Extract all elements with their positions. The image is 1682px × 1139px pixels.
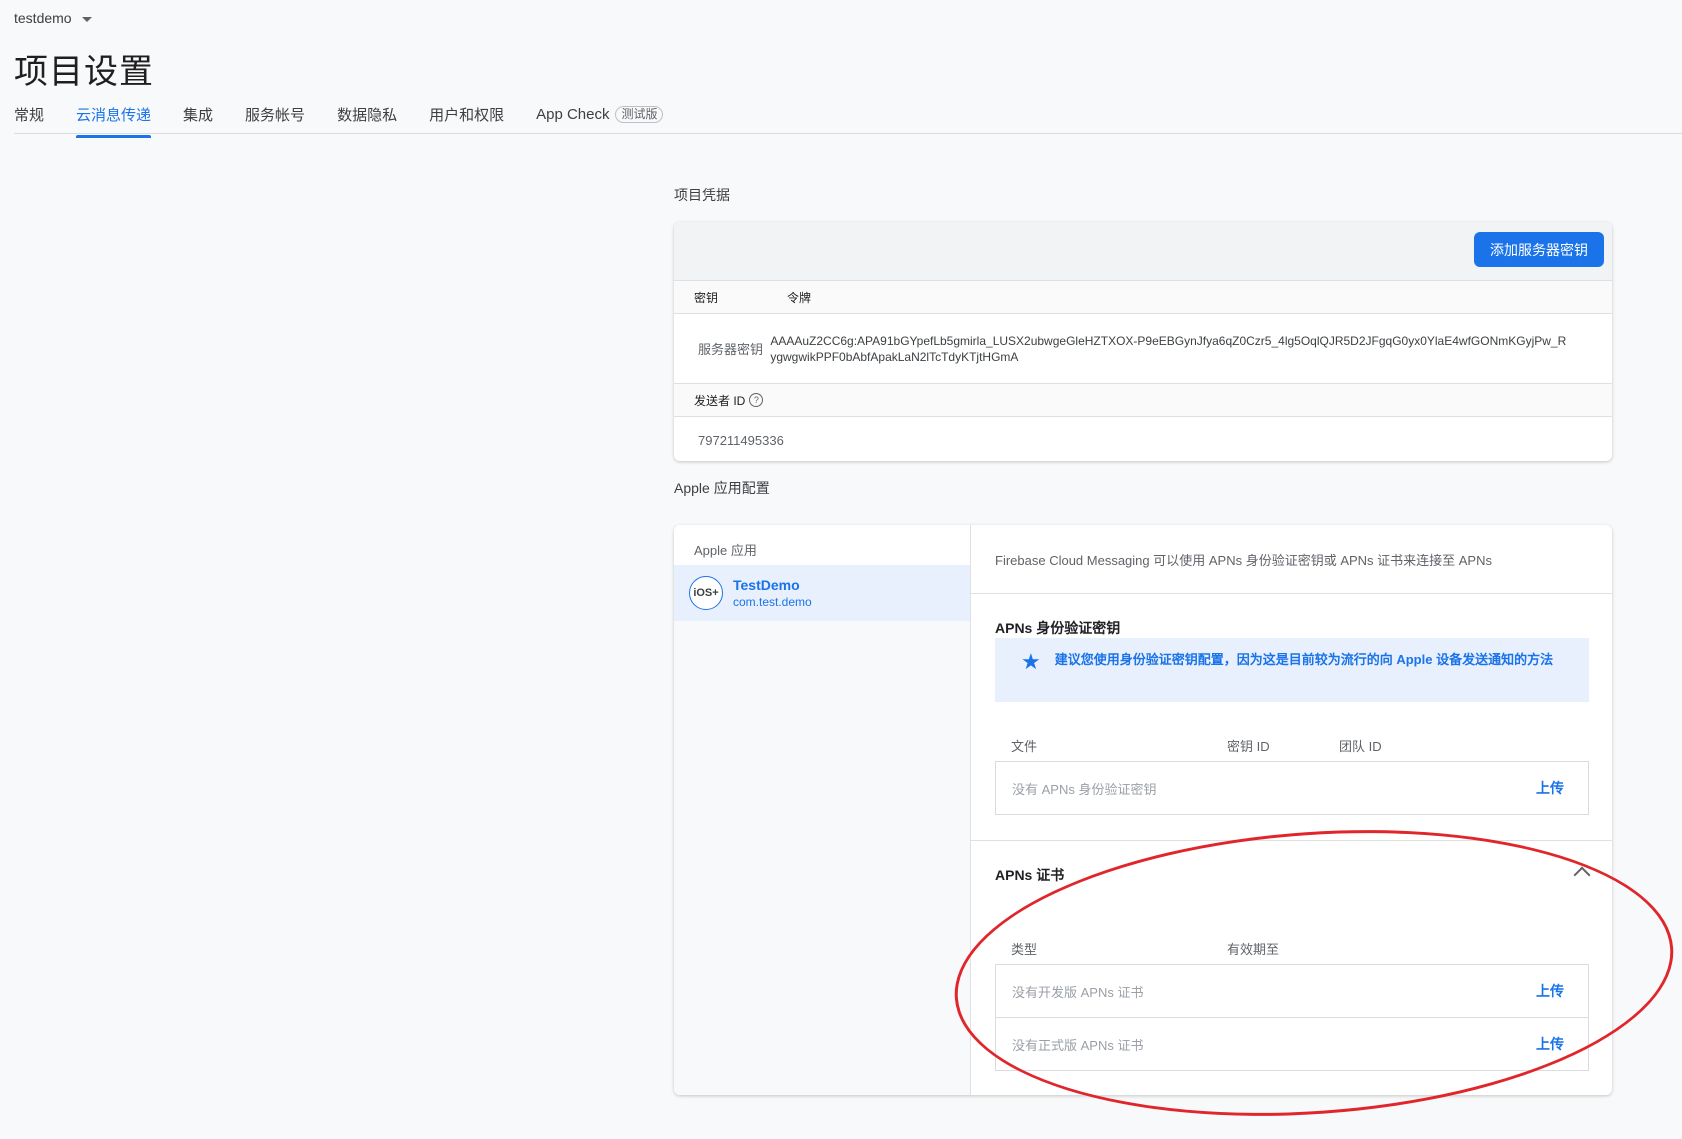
prod-cert-empty-text: 没有正式版 APNs 证书	[1012, 1037, 1144, 1053]
credentials-toolbar: 添加服务器密钥	[674, 222, 1612, 281]
add-server-key-button[interactable]: 添加服务器密钥	[1474, 232, 1604, 267]
tab-users-permissions[interactable]: 用户和权限	[429, 104, 504, 134]
server-key-token: AAAAuZ2CC6g:APA91bGYpefLb5gmirla_LUSX2ub…	[770, 333, 1567, 364]
sender-id-label: 发送者 ID	[694, 393, 746, 408]
apple-config-card: Apple 应用 iOS+ TestDemo com.test.demo Fir…	[674, 525, 1612, 1095]
ios-platform-icon: iOS+	[689, 576, 723, 610]
page-title: 项目设置	[14, 53, 154, 91]
table-row: 没有 APNs 身份验证密钥 上传	[996, 762, 1588, 814]
dev-cert-empty-text: 没有开发版 APNs 证书	[1012, 984, 1144, 1000]
app-bundle-id: com.test.demo	[733, 595, 812, 609]
caret-down-icon	[81, 16, 92, 22]
settings-tabs: 常规 云消息传递 集成 服务帐号 数据隐私 用户和权限 App Check 测试…	[14, 104, 695, 138]
star-icon: ★	[1021, 649, 1041, 674]
app-name: TestDemo	[733, 577, 800, 593]
beta-badge: 测试版	[615, 105, 664, 123]
certs-table-header: 类型 有效期至	[995, 939, 1589, 959]
recommendation-text: 建议您使用身份验证密钥配置，因为这是目前较为流行的向 Apple 设备发送通知的…	[1054, 652, 1554, 667]
section-divider	[971, 840, 1612, 841]
upload-auth-key-button[interactable]: 上传	[1536, 778, 1564, 798]
sender-id-header: 发送者 ID ?	[674, 384, 1612, 417]
auth-key-table-header: 文件 密钥 ID 团队 ID	[995, 736, 1589, 756]
col-file-header: 文件	[1011, 739, 1038, 754]
credentials-table-header: 密钥 令牌	[674, 281, 1612, 314]
col-type-header: 类型	[1011, 942, 1038, 957]
apple-section-title: Apple 应用配置	[674, 480, 770, 496]
auth-key-table: 没有 APNs 身份验证密钥 上传	[995, 761, 1589, 815]
apns-auth-key-title: APNs 身份验证密钥	[995, 620, 1121, 636]
col-token-header: 令牌	[787, 290, 812, 305]
app-info: TestDemo com.test.demo	[733, 577, 812, 609]
server-key-row: 服务器密钥 AAAAuZ2CC6g:APA91bGYpefLb5gmirla_L…	[674, 314, 1612, 384]
tab-integrations[interactable]: 集成	[183, 104, 213, 134]
credentials-section-title: 项目凭据	[674, 187, 730, 203]
apns-config-panel: Firebase Cloud Messaging 可以使用 APNs 身份验证密…	[971, 525, 1612, 1095]
auth-key-empty-text: 没有 APNs 身份验证密钥	[1012, 781, 1157, 797]
certs-table: 没有开发版 APNs 证书 上传 没有正式版 APNs 证书 上传	[995, 964, 1589, 1071]
upload-dev-cert-button[interactable]: 上传	[1536, 981, 1564, 1001]
tab-app-check[interactable]: App Check 测试版	[536, 104, 664, 134]
tab-data-privacy[interactable]: 数据隐私	[337, 104, 397, 134]
tab-app-check-label: App Check	[536, 105, 610, 123]
chevron-up-icon[interactable]	[1573, 866, 1591, 884]
tabs-divider	[14, 133, 1682, 134]
table-row: 没有开发版 APNs 证书 上传	[996, 965, 1588, 1017]
col-key-id-header: 密钥 ID	[1227, 739, 1270, 754]
tab-cloud-messaging[interactable]: 云消息传递	[76, 104, 152, 138]
table-row: 没有正式版 APNs 证书 上传	[996, 1017, 1588, 1070]
sender-id-value: 797211495336	[698, 432, 784, 448]
recommendation-banner: ★ 建议您使用身份验证密钥配置，因为这是目前较为流行的向 Apple 设备发送通…	[995, 638, 1589, 702]
upload-prod-cert-button[interactable]: 上传	[1536, 1034, 1564, 1054]
fcm-intro-text: Firebase Cloud Messaging 可以使用 APNs 身份验证密…	[971, 525, 1612, 594]
col-team-id-header: 团队 ID	[1339, 739, 1382, 754]
col-key-header: 密钥	[694, 290, 719, 305]
tab-general[interactable]: 常规	[14, 104, 44, 134]
list-item[interactable]: iOS+ TestDemo com.test.demo	[674, 565, 970, 621]
apple-app-list: Apple 应用 iOS+ TestDemo com.test.demo	[674, 525, 971, 1095]
apple-app-list-header: Apple 应用	[674, 525, 970, 565]
col-expiry-header: 有效期至	[1227, 942, 1280, 957]
server-key-label: 服务器密钥	[698, 342, 764, 357]
project-name: testdemo	[14, 10, 72, 26]
project-switcher[interactable]: testdemo	[14, 10, 92, 26]
tab-service-accounts[interactable]: 服务帐号	[245, 104, 305, 134]
help-icon[interactable]: ?	[749, 393, 764, 407]
credentials-card: 添加服务器密钥 密钥 令牌 服务器密钥 AAAAuZ2CC6g:APA91bGY…	[674, 222, 1612, 461]
apns-certs-title: APNs 证书	[995, 867, 1065, 883]
